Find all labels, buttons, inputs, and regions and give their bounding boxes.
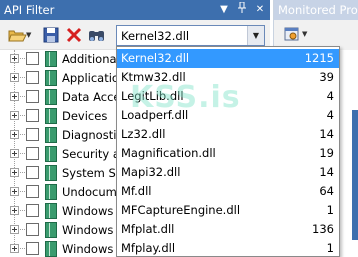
- binoculars-find-icon[interactable]: [87, 25, 107, 45]
- dropdown-item[interactable]: Lz32.dll 14: [117, 125, 339, 144]
- api-count: 1: [326, 241, 334, 255]
- book-icon: [45, 127, 57, 143]
- chevron-down-icon[interactable]: ▼: [26, 25, 35, 45]
- book-icon: [45, 108, 57, 124]
- expand-icon[interactable]: [10, 111, 19, 120]
- checkbox[interactable]: [26, 71, 39, 84]
- app-window: API Filter ▼ ✕ ▼ Kernel32.dll ▼ Addition…: [0, 0, 358, 257]
- tree-item-label: Diagnostic: [62, 128, 123, 142]
- api-count: 19: [319, 146, 334, 160]
- checkbox[interactable]: [26, 90, 39, 103]
- expand-icon[interactable]: [10, 54, 19, 63]
- dll-name: Lz32.dll: [121, 127, 166, 141]
- expand-icon[interactable]: [10, 206, 19, 215]
- expand-icon[interactable]: [10, 149, 19, 158]
- book-icon: [45, 165, 57, 181]
- save-icon[interactable]: [42, 25, 60, 45]
- expand-icon[interactable]: [10, 225, 19, 234]
- api-count: 1215: [304, 51, 334, 65]
- checkbox[interactable]: [26, 147, 39, 160]
- chevron-down-icon[interactable]: ▼: [247, 26, 264, 45]
- expand-icon[interactable]: [10, 168, 19, 177]
- dropdown-item[interactable]: MFCaptureEngine.dll 1: [117, 201, 339, 220]
- book-icon: [45, 51, 57, 67]
- checkbox[interactable]: [26, 185, 39, 198]
- panel-title: Monitored Processes: [278, 3, 358, 17]
- expand-icon[interactable]: [10, 244, 19, 253]
- close-icon[interactable]: ✕: [253, 2, 267, 17]
- api-count: 136: [312, 222, 334, 236]
- dll-name: Mapi32.dll: [121, 165, 181, 179]
- panel-title-bar: Monitored Processes: [274, 0, 358, 20]
- book-icon: [45, 89, 57, 105]
- dropdown-item[interactable]: Kernel32.dll 1215: [117, 49, 339, 68]
- dropdown-arrow-icon[interactable]: ▼: [217, 2, 231, 17]
- book-icon: [45, 184, 57, 200]
- tree-item-label: Devices: [62, 109, 108, 123]
- api-count: 14: [319, 165, 334, 179]
- pin-icon[interactable]: [235, 1, 249, 17]
- dll-name: Mfplat.dll: [121, 222, 175, 236]
- dropdown-item[interactable]: Mfplay.dll 1: [117, 239, 339, 256]
- tree-item-label: Windows: [62, 242, 114, 256]
- delete-icon[interactable]: [65, 25, 83, 45]
- dropdown-item[interactable]: Magnification.dll 19: [117, 144, 339, 163]
- chevron-down-icon[interactable]: ▼: [302, 30, 307, 38]
- api-count: 64: [319, 184, 334, 198]
- watermark: KSS.is: [130, 80, 241, 115]
- dll-combo-box[interactable]: Kernel32.dll ▼: [116, 25, 265, 46]
- folder-open-icon[interactable]: [7, 25, 27, 45]
- tree-item-label: Additional: [62, 52, 120, 66]
- checkbox[interactable]: [26, 204, 39, 217]
- tree-item-label: Windows: [62, 223, 114, 237]
- panel-title: API Filter: [4, 3, 55, 17]
- book-icon: [45, 146, 57, 162]
- book-icon: [45, 222, 57, 238]
- expand-icon[interactable]: [10, 73, 19, 82]
- expand-icon[interactable]: [10, 187, 19, 196]
- tree-item-label: Windows: [62, 204, 114, 218]
- checkbox[interactable]: [26, 52, 39, 65]
- dll-name: Mfplay.dll: [121, 241, 176, 255]
- dll-name: Magnification.dll: [121, 146, 216, 160]
- dropdown-item[interactable]: Mfplat.dll 136: [117, 220, 339, 239]
- dropdown-item[interactable]: Mf.dll 64: [117, 182, 339, 201]
- selection-strip: [352, 110, 358, 240]
- panel-title-bar: API Filter ▼ ✕: [0, 0, 270, 20]
- checkbox[interactable]: [26, 166, 39, 179]
- expand-icon[interactable]: [10, 92, 19, 101]
- dll-dropdown-list[interactable]: Kernel32.dll 1215 Ktmw32.dll 39 LegitLib.d…: [116, 46, 340, 257]
- checkbox[interactable]: [26, 109, 39, 122]
- dll-name: MFCaptureEngine.dll: [121, 203, 241, 217]
- api-count: 4: [326, 89, 334, 103]
- book-icon: [45, 241, 57, 257]
- combo-value: Kernel32.dll: [121, 29, 190, 43]
- dll-name: Kernel32.dll: [121, 51, 190, 65]
- api-count: 4: [326, 108, 334, 122]
- dropdown-item[interactable]: Mapi32.dll 14: [117, 163, 339, 182]
- checkbox[interactable]: [26, 242, 39, 255]
- process-options-icon[interactable]: [284, 25, 300, 43]
- checkbox[interactable]: [26, 128, 39, 141]
- api-count: 39: [319, 70, 334, 84]
- api-count: 14: [319, 127, 334, 141]
- expand-icon[interactable]: [10, 130, 19, 139]
- api-count: 1: [326, 203, 334, 217]
- book-icon: [45, 203, 57, 219]
- book-icon: [45, 70, 57, 86]
- dll-name: Mf.dll: [121, 184, 152, 198]
- checkbox[interactable]: [26, 223, 39, 236]
